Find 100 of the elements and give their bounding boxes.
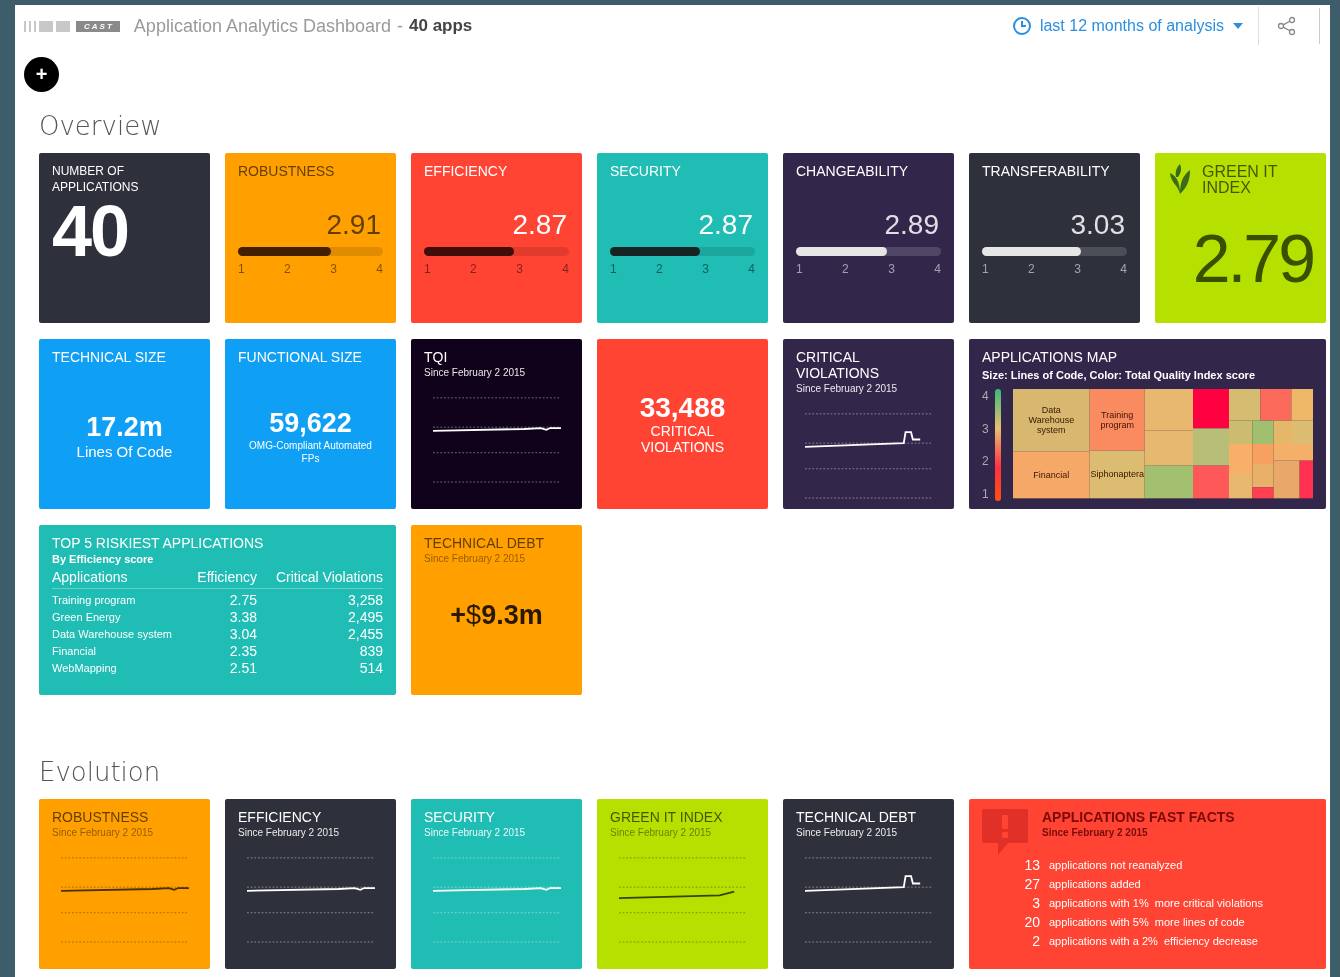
logo-bars-icon — [24, 20, 70, 32]
tick-label: 1 — [610, 262, 617, 276]
table-subtitle: By Efficiency score — [52, 553, 155, 565]
clock-icon — [1011, 16, 1032, 36]
alert-icon — [982, 809, 1028, 855]
card-title: GREEN IT INDEX — [1202, 164, 1279, 196]
title-separator: - — [397, 15, 403, 37]
tick-label: 1 — [424, 262, 431, 276]
table-cell-text: 3.38 — [228, 609, 257, 625]
scale-label: 4 — [982, 389, 989, 403]
scale-label: 1 — [982, 486, 989, 501]
table-cell-text: Financial — [52, 644, 98, 659]
column-header: Efficiency — [187, 569, 257, 589]
tick-label: 2 — [1028, 262, 1035, 276]
fact-count: 3 — [1031, 895, 1040, 911]
tick-label: 2 — [842, 262, 849, 276]
table-cell-text: WebMapping — [52, 661, 118, 676]
card-title: TRANSFERABILITY — [982, 163, 1111, 179]
tile-label: Siphonaptera — [1090, 469, 1144, 480]
card-subtitle: Since February 2 2015 — [796, 827, 899, 838]
tick-label: 4 — [376, 262, 383, 276]
tick-label: 4 — [562, 262, 569, 276]
tick-label: 2 — [470, 262, 477, 276]
tile-label: Financial — [1033, 470, 1070, 480]
logo-text: C A S T — [76, 20, 120, 32]
card-title: EFFICIENCY — [424, 163, 509, 179]
table-cell-text: Data Warehouse system — [52, 627, 174, 642]
tick-label: 3 — [330, 262, 337, 276]
card-title: ROBUSTNESS — [52, 809, 150, 825]
share-icon[interactable] — [1277, 16, 1297, 36]
table-cell-text: 2.51 — [228, 660, 257, 676]
fact-text: applications added — [1049, 877, 1142, 892]
tile-label: Data Warehouse system — [1027, 405, 1076, 436]
card-title: SECURITY — [424, 809, 496, 825]
card-title: CRITICAL VIOLATIONS — [796, 349, 880, 381]
tick-label: 1 — [796, 262, 803, 276]
column-header: Applications — [52, 569, 187, 589]
tick-label: 2 — [656, 262, 663, 276]
card-title: EFFICIENCY — [238, 809, 323, 825]
tick-label: 3 — [702, 262, 709, 276]
card-title: TECHNICAL SIZE — [52, 349, 167, 365]
table-cell-text: 3.04 — [228, 626, 257, 642]
debt-value: +$9.3m — [450, 600, 543, 631]
tick-label: 4 — [748, 262, 755, 276]
card-title: TQI — [424, 349, 449, 365]
card-title: APPLICATIONS MAP — [982, 349, 1119, 365]
index-value: 2.79 — [1191, 224, 1313, 292]
section-title: Evolution — [39, 757, 162, 787]
fact-count: 13 — [1023, 857, 1040, 873]
card-subtitle: Since February 2 2015 — [1042, 827, 1149, 838]
table-cell-text: 514 — [358, 660, 383, 676]
table-cell-text: 839 — [358, 643, 383, 659]
caret-icon — [1232, 22, 1244, 30]
tick-label: 3 — [888, 262, 895, 276]
size-caption: OMG-Compliant Automated FPs — [248, 438, 373, 465]
fact-count: 27 — [1023, 876, 1040, 892]
table-cell-text: 2.35 — [228, 643, 257, 659]
table-cell-text: 2,455 — [346, 626, 383, 642]
card-title: APPLICATIONS FAST FACTS — [1042, 809, 1235, 825]
card-title: CHANGEABILITY — [796, 163, 910, 179]
period-dropdown[interactable]: last 12 months of analysis — [1011, 7, 1259, 45]
card-subtitle: Since February 2 2015 — [796, 383, 899, 394]
tick-label: 1 — [238, 262, 245, 276]
fact-count: 20 — [1023, 914, 1040, 930]
table-cell-text: 2.75 — [228, 592, 257, 608]
scale-label: 2 — [982, 454, 989, 469]
card-title: TECHNICAL DEBT — [424, 535, 546, 551]
fact-text: applications not reanalyzed — [1049, 858, 1184, 873]
size-caption: Lines Of Code — [76, 443, 173, 460]
leaf-icon — [1168, 163, 1192, 195]
score-value: 2.91 — [325, 209, 382, 241]
fact-text: applications with 1% more critical violations — [1049, 896, 1264, 911]
card-subtitle: Since February 2 2015 — [52, 827, 155, 838]
score-value: 2.87 — [697, 209, 754, 241]
tick-label: 2 — [284, 262, 291, 276]
table-cell-text: Green Energy — [52, 610, 122, 625]
card-title: ROBUSTNESS — [238, 163, 336, 179]
tick-label: 3 — [1074, 262, 1081, 276]
card-title: SECURITY — [610, 163, 682, 179]
card-title: TOP 5 RISKIEST APPLICATIONS — [52, 535, 265, 551]
size-value: 17.2m — [86, 412, 163, 443]
dashboard-title: Application Analytics Dashboard — [133, 15, 391, 37]
tile-label: Training program — [1099, 409, 1135, 430]
scale-label: 3 — [982, 421, 989, 436]
score-value: 2.89 — [883, 209, 940, 241]
total-caption: CRITICAL VIOLATIONS — [640, 423, 725, 456]
add-button[interactable]: + — [24, 57, 59, 92]
table-cell-text: 2,495 — [346, 609, 383, 625]
size-value: 59,622 — [269, 407, 352, 439]
map-subtitle: Size: Lines of Code, Color: Total Quality Index score — [982, 369, 1256, 381]
score-value: 3.03 — [1069, 209, 1126, 241]
fact-text: applications with 5% more lines of code — [1049, 915, 1246, 930]
card-subtitle: Since February 2 2015 — [424, 827, 527, 838]
card-title: FUNCTIONAL SIZE — [238, 349, 363, 365]
table-cell-text: Training program — [52, 593, 137, 608]
fact-text: applications with a 2% efficiency decrease — [1049, 934, 1259, 949]
section-title: Overview — [39, 111, 163, 141]
card-subtitle: Since February 2 2015 — [424, 553, 527, 564]
score-value: 2.87 — [511, 209, 568, 241]
column-header: Critical Violations — [257, 569, 383, 589]
